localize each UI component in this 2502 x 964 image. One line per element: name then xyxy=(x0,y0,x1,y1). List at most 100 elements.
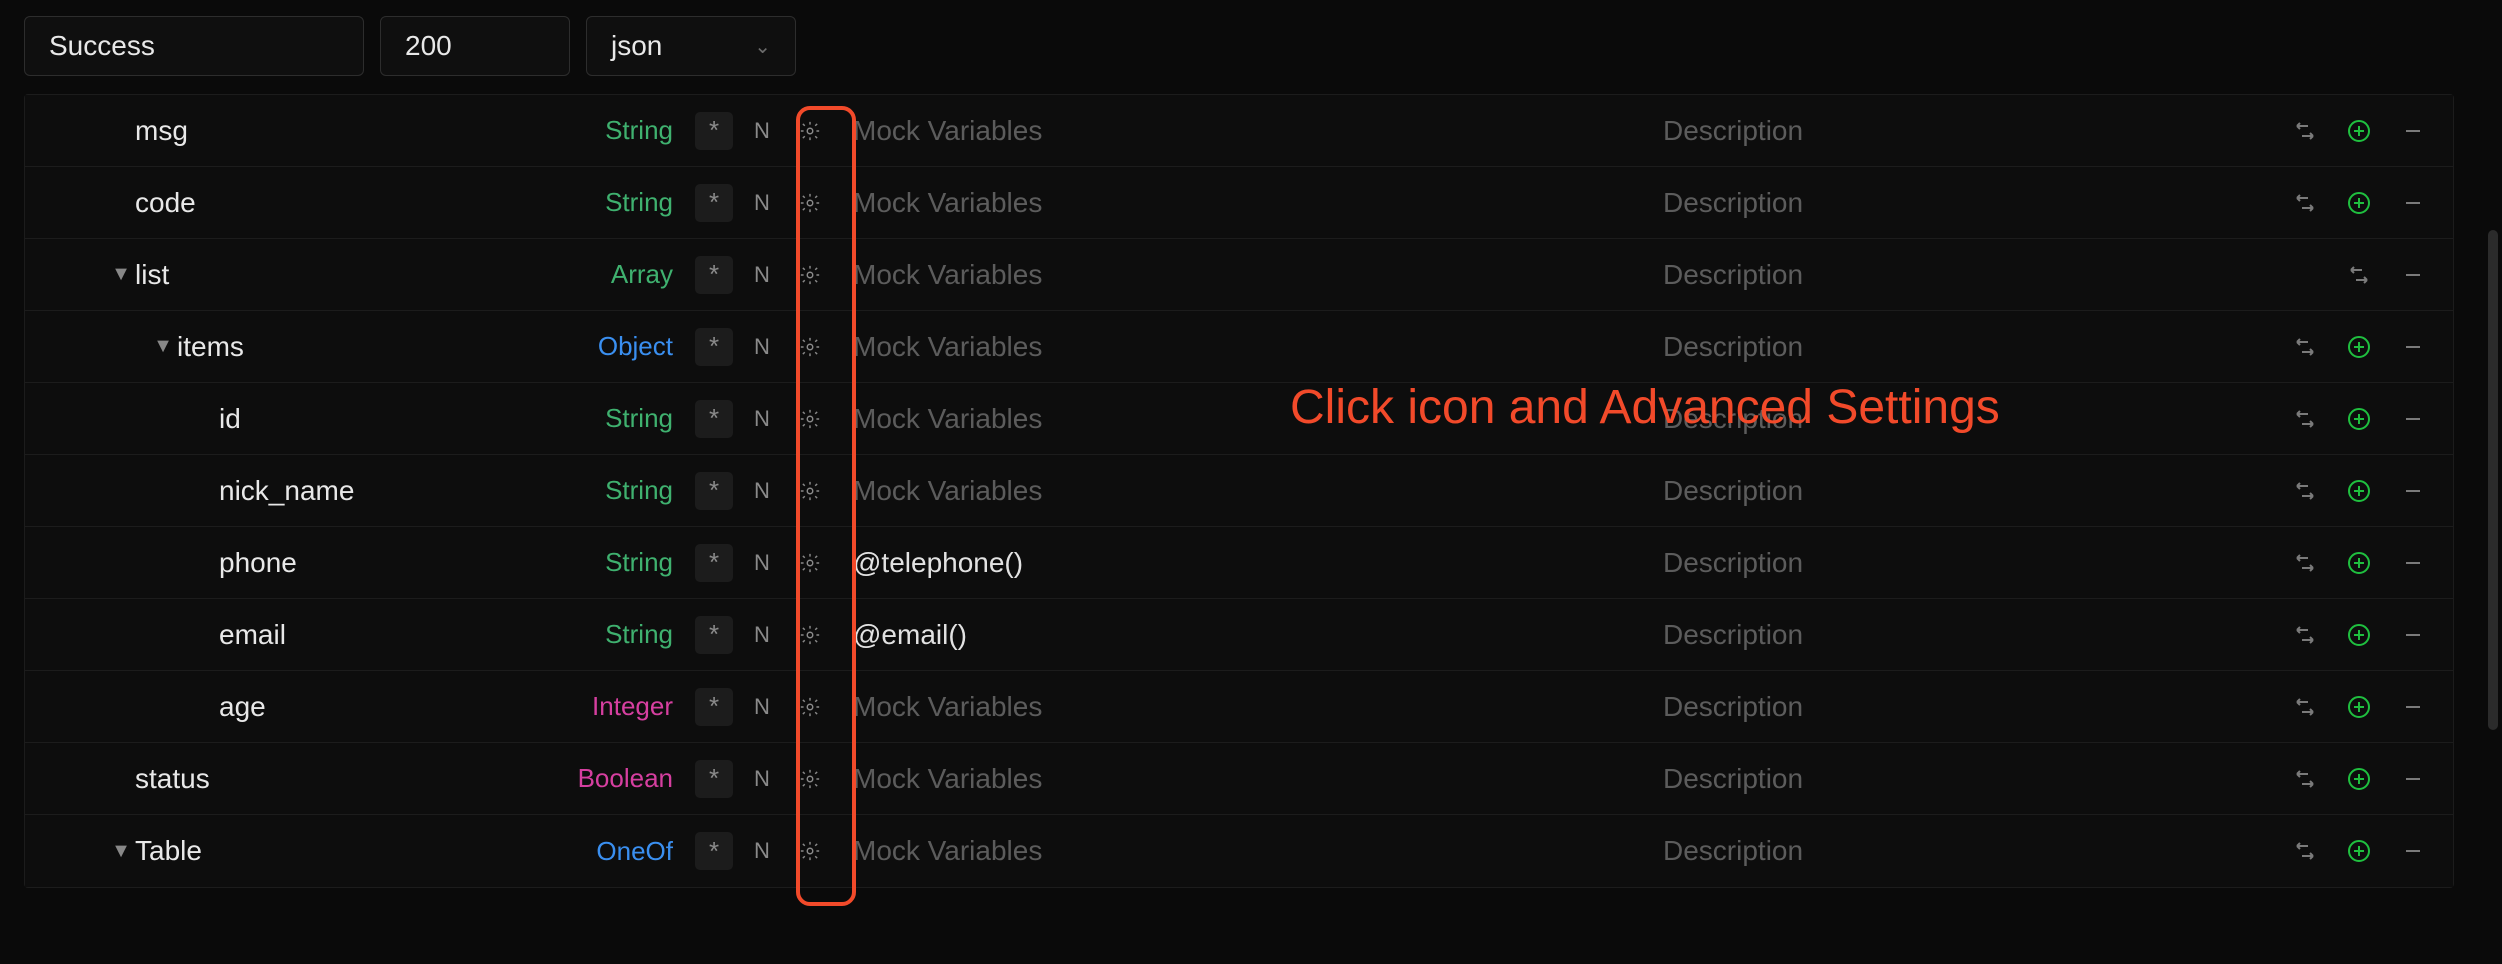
link-icon[interactable] xyxy=(2289,691,2321,723)
remove-icon[interactable] xyxy=(2397,259,2429,291)
nullable-toggle[interactable]: N xyxy=(743,616,781,654)
response-format-select[interactable]: json ⌄ xyxy=(586,16,796,76)
mock-input[interactable] xyxy=(853,539,1645,587)
required-toggle[interactable]: * xyxy=(695,688,733,726)
description-input[interactable] xyxy=(1663,179,2235,227)
gear-icon[interactable] xyxy=(791,184,829,222)
expand-caret-icon[interactable]: ▼ xyxy=(107,263,135,286)
gear-icon[interactable] xyxy=(791,616,829,654)
field-type[interactable]: OneOf xyxy=(596,836,673,867)
description-input[interactable] xyxy=(1663,827,2235,875)
field-name[interactable]: code xyxy=(135,187,196,219)
description-input[interactable] xyxy=(1663,611,2235,659)
required-toggle[interactable]: * xyxy=(695,112,733,150)
mock-input[interactable] xyxy=(853,179,1645,227)
description-input[interactable] xyxy=(1663,467,2235,515)
expand-caret-icon[interactable]: ▼ xyxy=(149,335,177,358)
gear-icon[interactable] xyxy=(791,256,829,294)
field-name[interactable]: items xyxy=(177,331,244,363)
add-icon[interactable] xyxy=(2343,115,2375,147)
remove-icon[interactable] xyxy=(2397,187,2429,219)
mock-input[interactable] xyxy=(853,827,1645,875)
add-icon[interactable] xyxy=(2343,619,2375,651)
required-toggle[interactable]: * xyxy=(695,400,733,438)
description-input[interactable] xyxy=(1663,683,2235,731)
remove-icon[interactable] xyxy=(2397,115,2429,147)
gear-icon[interactable] xyxy=(791,472,829,510)
gear-icon[interactable] xyxy=(791,760,829,798)
add-icon[interactable] xyxy=(2343,403,2375,435)
mock-input[interactable] xyxy=(853,755,1645,803)
remove-icon[interactable] xyxy=(2397,763,2429,795)
field-type[interactable]: Array xyxy=(611,259,673,290)
remove-icon[interactable] xyxy=(2397,619,2429,651)
field-type[interactable]: String xyxy=(605,187,673,218)
gear-icon[interactable] xyxy=(791,832,829,870)
link-icon[interactable] xyxy=(2289,475,2321,507)
description-input[interactable] xyxy=(1663,539,2235,587)
remove-icon[interactable] xyxy=(2397,475,2429,507)
nullable-toggle[interactable]: N xyxy=(743,544,781,582)
nullable-toggle[interactable]: N xyxy=(743,328,781,366)
gear-icon[interactable] xyxy=(791,688,829,726)
field-name[interactable]: id xyxy=(219,403,241,435)
required-toggle[interactable]: * xyxy=(695,328,733,366)
mock-input[interactable] xyxy=(853,251,1645,299)
field-name[interactable]: Table xyxy=(135,835,202,867)
nullable-toggle[interactable]: N xyxy=(743,112,781,150)
field-type[interactable]: String xyxy=(605,619,673,650)
mock-input[interactable] xyxy=(853,611,1645,659)
remove-icon[interactable] xyxy=(2397,403,2429,435)
required-toggle[interactable]: * xyxy=(695,256,733,294)
description-input[interactable] xyxy=(1663,107,2235,155)
link-icon[interactable] xyxy=(2289,331,2321,363)
field-name[interactable]: list xyxy=(135,259,169,291)
field-name[interactable]: phone xyxy=(219,547,297,579)
add-icon[interactable] xyxy=(2343,835,2375,867)
gear-icon[interactable] xyxy=(791,400,829,438)
add-icon[interactable] xyxy=(2343,187,2375,219)
mock-input[interactable] xyxy=(853,107,1645,155)
gear-icon[interactable] xyxy=(791,544,829,582)
add-icon[interactable] xyxy=(2343,691,2375,723)
link-icon[interactable] xyxy=(2289,763,2321,795)
nullable-toggle[interactable]: N xyxy=(743,184,781,222)
required-toggle[interactable]: * xyxy=(695,184,733,222)
mock-input[interactable] xyxy=(853,683,1645,731)
field-name[interactable]: email xyxy=(219,619,286,651)
field-type[interactable]: Integer xyxy=(592,691,673,722)
required-toggle[interactable]: * xyxy=(695,760,733,798)
gear-icon[interactable] xyxy=(791,328,829,366)
link-icon[interactable] xyxy=(2343,259,2375,291)
field-type[interactable]: String xyxy=(605,475,673,506)
response-code-input[interactable] xyxy=(380,16,570,76)
link-icon[interactable] xyxy=(2289,115,2321,147)
mock-input[interactable] xyxy=(853,467,1645,515)
required-toggle[interactable]: * xyxy=(695,832,733,870)
field-name[interactable]: status xyxy=(135,763,210,795)
description-input[interactable] xyxy=(1663,395,2235,443)
description-input[interactable] xyxy=(1663,251,2235,299)
link-icon[interactable] xyxy=(2289,547,2321,579)
add-icon[interactable] xyxy=(2343,547,2375,579)
remove-icon[interactable] xyxy=(2397,691,2429,723)
add-icon[interactable] xyxy=(2343,475,2375,507)
nullable-toggle[interactable]: N xyxy=(743,472,781,510)
description-input[interactable] xyxy=(1663,323,2235,371)
link-icon[interactable] xyxy=(2289,403,2321,435)
required-toggle[interactable]: * xyxy=(695,472,733,510)
nullable-toggle[interactable]: N xyxy=(743,832,781,870)
field-name[interactable]: nick_name xyxy=(219,475,354,507)
nullable-toggle[interactable]: N xyxy=(743,400,781,438)
required-toggle[interactable]: * xyxy=(695,616,733,654)
required-toggle[interactable]: * xyxy=(695,544,733,582)
remove-icon[interactable] xyxy=(2397,547,2429,579)
nullable-toggle[interactable]: N xyxy=(743,256,781,294)
link-icon[interactable] xyxy=(2289,835,2321,867)
mock-input[interactable] xyxy=(853,323,1645,371)
field-name[interactable]: msg xyxy=(135,115,188,147)
add-icon[interactable] xyxy=(2343,331,2375,363)
scrollbar[interactable] xyxy=(2488,230,2498,730)
link-icon[interactable] xyxy=(2289,619,2321,651)
expand-caret-icon[interactable]: ▼ xyxy=(107,840,135,863)
